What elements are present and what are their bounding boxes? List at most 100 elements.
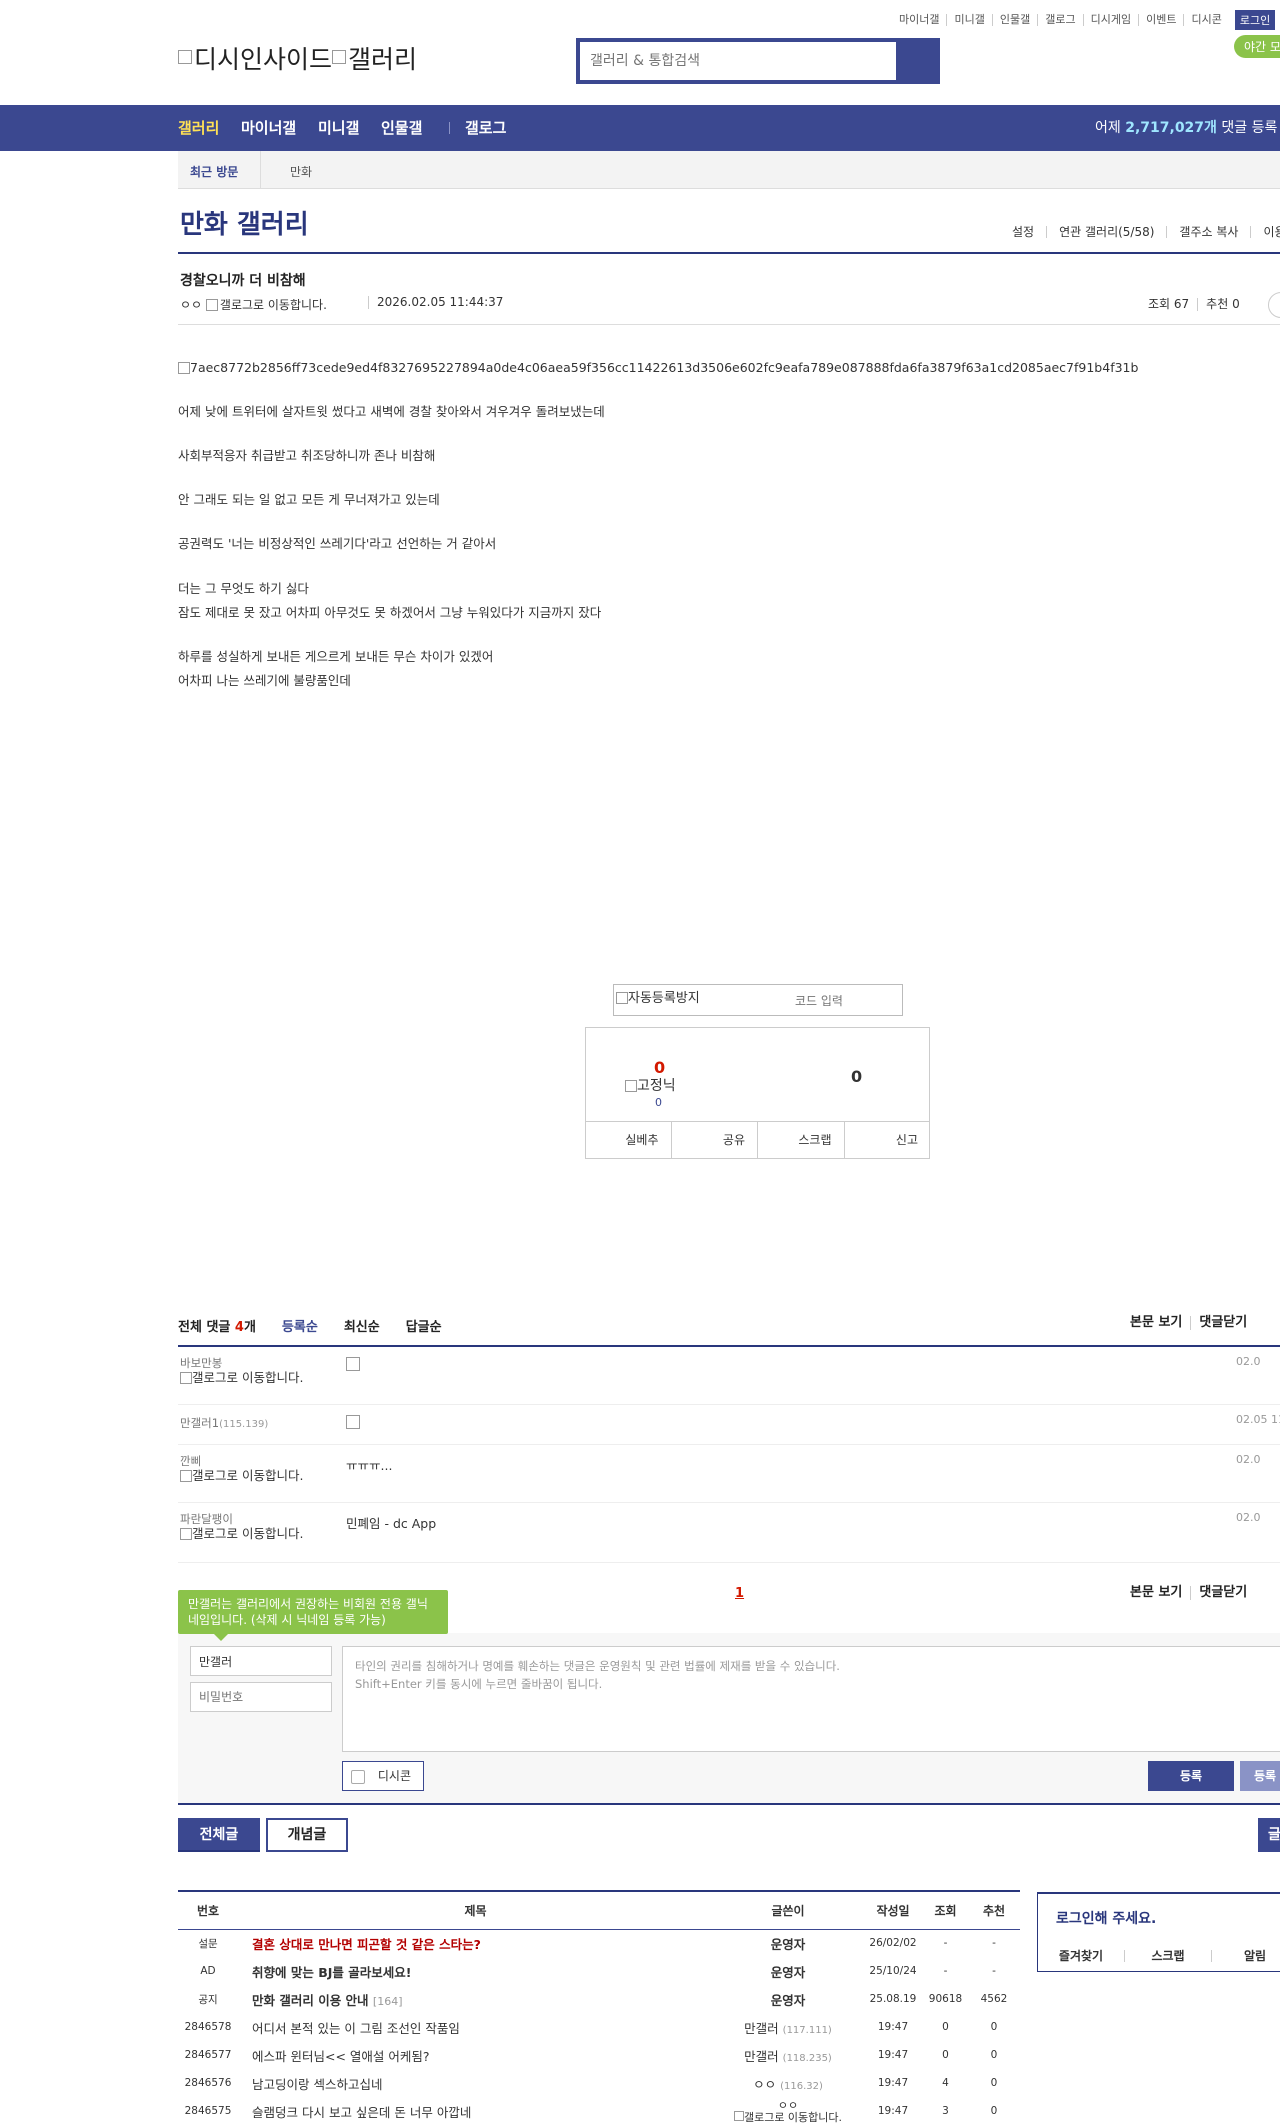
night-mode-toggle[interactable]: 야간 모 [1234, 35, 1280, 58]
post-paragraph: 잠도 제대로 못 잤고 어차피 아무것도 못 하겠어서 그냥 누워있다가 지금까… [178, 605, 602, 620]
broken-image-icon [332, 50, 347, 64]
comment-textarea[interactable]: 타인의 권리를 침해하거나 명예를 훼손하는 댓글은 운영원칙 및 관련 법률에… [342, 1646, 1280, 1752]
row-subject[interactable]: 슬램덩크 다시 보고 싶은데 돈 너무 아깝네 [238, 2097, 713, 2125]
top-link-person[interactable]: 인물갤 [991, 14, 1037, 26]
favorites-link[interactable]: 즐겨찾기 [1038, 1950, 1124, 1962]
gallery-title[interactable]: 만화 갤러리 [180, 204, 309, 241]
notifications-link[interactable]: 알림 [1211, 1950, 1280, 1962]
comment-item: 파란달팽이 갤로그로 이동합니다. 민폐임 - dc App 02.0 [178, 1503, 1280, 1563]
top-link-dccon[interactable]: 디시콘 [1183, 14, 1228, 26]
search-button[interactable] [896, 42, 936, 80]
comment-page-1[interactable]: 1 [735, 1586, 744, 1601]
row-subject[interactable]: 결혼 상대로 만나면 피곤할 것 같은 스타는? [238, 1929, 713, 1957]
close-comments-link[interactable]: 댓글닫기 [1190, 1316, 1255, 1330]
nav-minor-gallery[interactable]: 마이너갤 [241, 105, 296, 151]
post-paragraph: 사회부적응자 취급받고 취조당하니까 존나 비참해 [178, 448, 436, 463]
row-views: 4 [942, 2077, 949, 2089]
settings-link[interactable]: 설정 [1000, 226, 1046, 238]
gallog-icon[interactable] [205, 299, 218, 311]
top-link-game[interactable]: 디시게임 [1082, 14, 1138, 26]
tab-recommended-posts[interactable]: 개념글 [266, 1818, 348, 1852]
nav-mini-gallery[interactable]: 미니갤 [318, 105, 359, 151]
comment-submit-recommend-button[interactable]: 등록 [1240, 1761, 1280, 1791]
copy-address-link[interactable]: 갤주소 복사 [1166, 226, 1250, 238]
usage-link[interactable]: 이용 [1250, 226, 1280, 238]
row-subject[interactable]: 만화 갤러리 이용 안내 [164] [238, 1985, 713, 2013]
login-prompt[interactable]: 로그인해 주세요. [1056, 1908, 1156, 1928]
dccon-button[interactable]: 디시콘 [342, 1761, 424, 1791]
more-button[interactable] [1268, 292, 1280, 318]
top-link-mini[interactable]: 미니갤 [946, 14, 991, 26]
recommend-count: 추천 0 [1197, 298, 1248, 311]
sort-replies[interactable]: 답글순 [406, 1316, 442, 1335]
nav-gallery[interactable]: 갤러리 [178, 105, 219, 151]
row-subject[interactable]: 취향에 맞는 BJ를 골라보세요! [238, 1957, 713, 1985]
row-writer[interactable]: 운영자 [713, 1929, 863, 1957]
row-writer[interactable]: 운영자 [713, 1985, 863, 2013]
gallog-link[interactable]: 갤로그로 이동합니다. [180, 1527, 310, 1540]
related-gallery-link[interactable]: 연관 갤러리(5/58) [1046, 226, 1166, 238]
sort-registered[interactable]: 등록순 [282, 1316, 318, 1335]
row-subject[interactable]: 남고딩이랑 섹스하고십네 [238, 2069, 713, 2097]
post-paragraph: 더는 그 무엇도 하기 싫다 [178, 581, 309, 596]
comment-author[interactable]: 만갤러1(115.139) [180, 1415, 268, 1431]
comment-count: 4 [234, 1320, 244, 1335]
post-writer[interactable]: ㅇㅇ 갤로그로 이동합니다. [180, 296, 327, 313]
comment-author[interactable]: 깐삐 [180, 1453, 201, 1469]
recommend-down-count[interactable]: 0 [851, 1067, 862, 1086]
nav-person-gallery[interactable]: 인물갤 [381, 105, 422, 151]
row-subject[interactable]: 어디서 본적 있는 이 그림 조선인 작품임 [238, 2013, 713, 2041]
top-link-gallog[interactable]: 갤로그 [1037, 14, 1082, 26]
captcha-box: 자동등록방지 [613, 984, 903, 1016]
search-input[interactable] [580, 42, 898, 80]
writer-nickname[interactable]: ㅇㅇ [180, 298, 202, 312]
row-writer[interactable]: ㅇㅇ 갤로그로 이동합니다. [713, 2097, 863, 2125]
table-row[interactable]: 2846575 슬램덩크 다시 보고 싶은데 돈 너무 아깝네 ㅇㅇ 갤로그로 이… [178, 2097, 1020, 2125]
visitor-stats: 어제 2,717,027개 댓글 등록 [1095, 120, 1278, 136]
table-row[interactable]: 2846578 어디서 본적 있는 이 그림 조선인 작품임 만갤러 (117.… [178, 2013, 1020, 2041]
comment-date: 02.0 [1236, 1453, 1261, 1466]
write-button[interactable]: 글 [1258, 1818, 1280, 1852]
row-writer[interactable]: 만갤러 (118.235) [713, 2041, 863, 2069]
row-number: 2846577 [184, 2049, 232, 2061]
comment-submit-button[interactable]: 등록 [1148, 1761, 1234, 1791]
row-writer[interactable]: ㅇㅇ (116.32) [713, 2069, 863, 2097]
report-button[interactable]: 신고 [843, 1122, 931, 1159]
scrap-button[interactable]: 스크랩 [757, 1122, 844, 1159]
sort-latest[interactable]: 최신순 [344, 1316, 380, 1335]
top-link-minor[interactable]: 마이너갤 [892, 14, 946, 26]
best-recommend-button[interactable]: 실베추 [585, 1122, 671, 1159]
table-row[interactable]: 2846577 에스파 윈터님<< 열애설 어케됨? 만갤러 (118.235)… [178, 2041, 1020, 2069]
top-link-event[interactable]: 이벤트 [1138, 14, 1183, 26]
scrap-link[interactable]: 스크랩 [1124, 1950, 1211, 1962]
table-row[interactable]: 공지 만화 갤러리 이용 안내 [164] 운영자 25.08.19 90618… [178, 1985, 1020, 2013]
comment-author[interactable]: 바보만봉 [180, 1355, 222, 1371]
login-button[interactable]: 로그인 [1234, 10, 1276, 30]
nickname-field[interactable] [190, 1646, 332, 1676]
tab-all-posts[interactable]: 전체글 [178, 1818, 260, 1852]
captcha-input[interactable] [744, 990, 894, 1012]
close-comments-link[interactable]: 댓글닫기 [1190, 1586, 1255, 1600]
gallog-link[interactable]: 갤로그로 이동합니다. [180, 1469, 310, 1482]
broken-image-icon [180, 1372, 192, 1384]
table-row[interactable]: 설문 결혼 상대로 만나면 피곤할 것 같은 스타는? 운영자 26/02/02… [178, 1929, 1020, 1957]
recent-visit-label: 최근 방문 [190, 165, 239, 179]
table-row[interactable]: AD 취향에 맞는 BJ를 골라보세요! 운영자 25/10/24 - - [178, 1957, 1020, 1985]
gallog-link[interactable]: 갤로그로 이동합니다. [180, 1371, 310, 1384]
nav-gallog[interactable]: 갤로그 [465, 105, 506, 151]
row-number: 설문 [198, 1937, 218, 1950]
view-post-link[interactable]: 본문 보기 [1122, 1316, 1190, 1330]
row-date: 19:47 [877, 2077, 909, 2089]
comment-author[interactable]: 파란달팽이 [180, 1511, 233, 1527]
recent-visit-item[interactable]: 만화 [290, 163, 312, 180]
row-subject[interactable]: 에스파 윈터님<< 열애설 어케됨? [238, 2041, 713, 2069]
view-post-link[interactable]: 본문 보기 [1122, 1586, 1190, 1600]
table-row[interactable]: 2846576 남고딩이랑 섹스하고십네 ㅇㅇ (116.32) 19:47 4… [178, 2069, 1020, 2097]
share-button[interactable]: 공유 [670, 1122, 758, 1159]
site-logo[interactable]: 디시인사이드 갤러리 [178, 40, 417, 76]
password-field[interactable] [190, 1682, 332, 1712]
row-writer[interactable]: 만갤러 (117.111) [713, 2013, 863, 2041]
comment-total: 전체 댓글 4개 [178, 1320, 256, 1335]
row-writer[interactable]: 운영자 [713, 1957, 863, 1985]
view-count: 조회 67 [1148, 297, 1190, 311]
